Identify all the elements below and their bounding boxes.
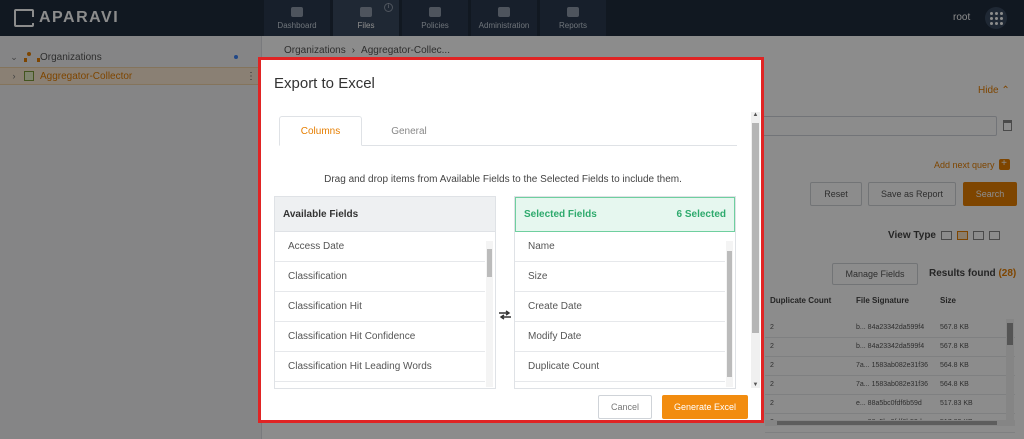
swap-arrows-icon	[499, 310, 511, 320]
selected-fields-panel: Selected Fields 6 Selected Name Size Cre…	[514, 196, 736, 389]
available-fields-header: Available Fields	[275, 197, 495, 232]
selected-field-item[interactable]: Create Date	[515, 292, 725, 322]
available-fields-title: Available Fields	[283, 208, 359, 220]
selected-fields-title: Selected Fields	[524, 209, 597, 220]
generate-excel-button[interactable]: Generate Excel	[662, 395, 748, 419]
tab-general[interactable]: General	[379, 116, 439, 146]
scroll-down-icon[interactable]: ▼	[751, 382, 760, 388]
cancel-button[interactable]: Cancel	[598, 395, 652, 419]
available-fields-panel: Available Fields Access Date Classificat…	[274, 196, 496, 389]
selected-count-badge: 6 Selected	[676, 209, 726, 220]
scroll-up-icon[interactable]: ▲	[751, 112, 760, 118]
available-field-item[interactable]: Classification Hit	[275, 292, 485, 322]
available-fields-scrollbar[interactable]	[486, 241, 493, 387]
dialog-title: Export to Excel	[274, 75, 375, 92]
selected-field-item[interactable]: Duplicate Count	[515, 352, 725, 382]
selected-field-item[interactable]: Name	[515, 232, 725, 262]
dialog-scrollbar[interactable]: ▲ ▼	[751, 112, 760, 388]
tab-columns[interactable]: Columns	[279, 116, 362, 146]
available-field-item[interactable]: Classification Hit Confidence	[275, 322, 485, 352]
selected-fields-header: Selected Fields 6 Selected	[515, 197, 735, 232]
selected-field-item[interactable]: Size	[515, 262, 725, 292]
available-field-item[interactable]: Classification	[275, 262, 485, 292]
drag-drop-instruction: Drag and drop items from Available Field…	[324, 174, 682, 185]
selected-field-item[interactable]: Modify Date	[515, 322, 725, 352]
selected-fields-scrollbar[interactable]	[726, 241, 733, 387]
available-field-item[interactable]: Classification Hit Leading Words	[275, 352, 485, 382]
dialog-tabs: Columns General	[279, 116, 737, 146]
available-field-item[interactable]: Access Date	[275, 232, 485, 262]
export-to-excel-dialog: Export to Excel Columns General Drag and…	[258, 57, 764, 423]
